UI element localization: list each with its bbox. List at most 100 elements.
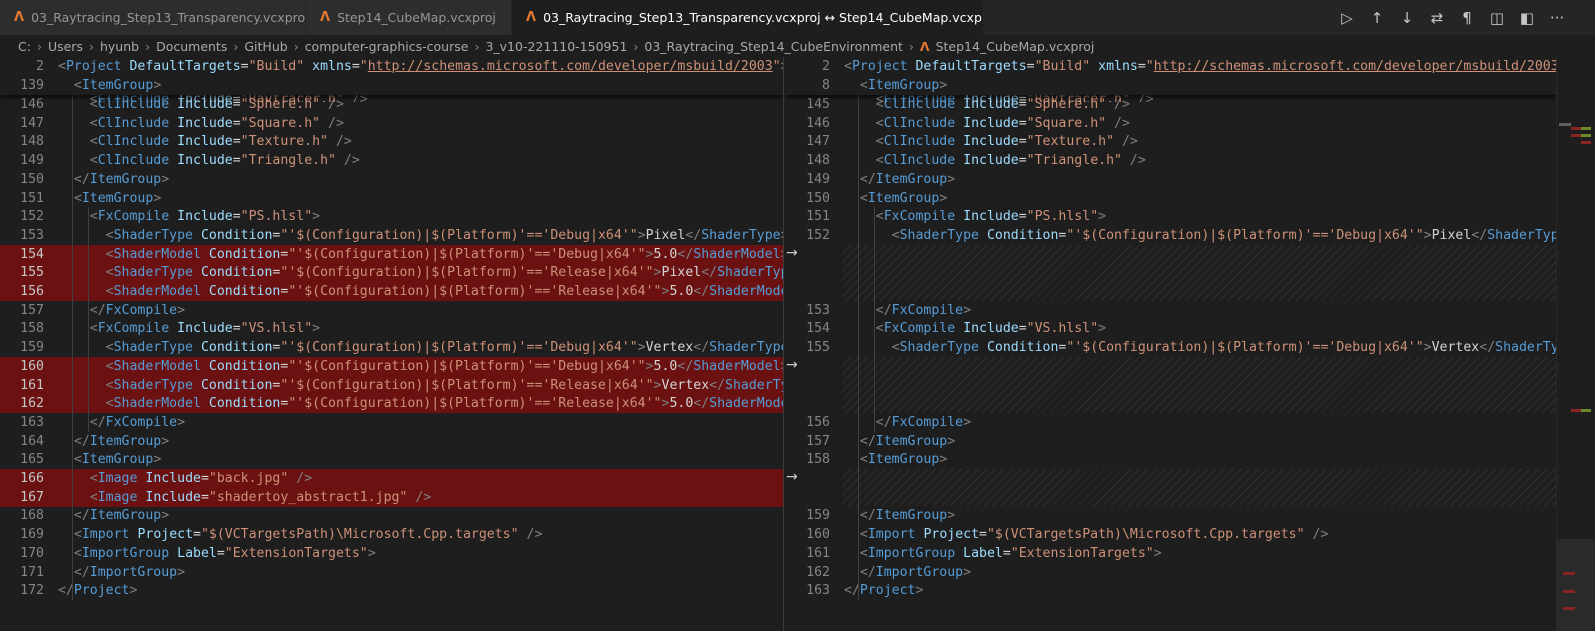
- code-line[interactable]: 169 <Import Project="$(VCTargetsPath)\Mi…: [0, 525, 783, 544]
- diff-modified-pane[interactable]: 2 <Project DefaultTargets="Build" xmlns="…: [786, 57, 1556, 631]
- code-line[interactable]: 170 <ImportGroup Label="ExtensionTargets…: [0, 544, 783, 563]
- deleted-code-line[interactable]: 162 <ShaderModel Condition="'$(Configura…: [0, 394, 783, 414]
- swap-sides-icon[interactable]: ⇄: [1429, 9, 1445, 27]
- deleted-code-line[interactable]: 167 <Image Include="shadertoy_abstract1.…: [0, 487, 783, 507]
- diff-original-pane[interactable]: 2 <Project DefaultTargets="Build" xmlns="…: [0, 57, 783, 631]
- ruler-change-marker: [1581, 134, 1591, 137]
- ruler-deletion-marker: [1571, 409, 1581, 412]
- deleted-code-line[interactable]: 156 <ShaderModel Condition="'$(Configura…: [0, 282, 783, 301]
- breadcrumb-item[interactable]: computer-graphics-course: [305, 39, 469, 54]
- code-line[interactable]: 146 <ClInclude Include="Square.h" />: [786, 114, 1556, 133]
- breadcrumb-item[interactable]: Users: [48, 39, 83, 54]
- code-line[interactable]: 162 </ImportGroup>: [786, 563, 1556, 582]
- overview-ruler[interactable]: [1556, 57, 1595, 631]
- tab-right-file[interactable]: Λ Step14_CubeMap.vcxproj: [306, 0, 512, 35]
- code-line[interactable]: 148 <ClInclude Include="Texture.h" />: [0, 132, 783, 151]
- code-line[interactable]: 149 <ClInclude Include="Triangle.h" />: [0, 151, 783, 170]
- sticky-scroll-line[interactable]: 8 <ItemGroup>: [786, 76, 1556, 95]
- open-file-icon[interactable]: ◫: [1489, 9, 1505, 27]
- code-line[interactable]: 152 <ShaderType Condition="'$(Configurat…: [786, 226, 1556, 245]
- chevron-right-icon: ›: [293, 38, 299, 54]
- deleted-code-line[interactable]: 161 <ShaderType Condition="'$(Configurat…: [0, 375, 783, 395]
- run-icon[interactable]: ▷: [1339, 9, 1355, 27]
- code-line[interactable]: 168 </ItemGroup>: [0, 506, 783, 525]
- sticky-scroll-line[interactable]: 139 <ItemGroup>: [0, 76, 783, 95]
- code-line[interactable]: 163 </FxCompile>: [0, 413, 783, 432]
- revert-change-icon[interactable]: →: [786, 245, 798, 261]
- code-line[interactable]: 158 <ItemGroup>: [786, 450, 1556, 469]
- code-line[interactable]: 155 <ShaderType Condition="'$(Configurat…: [786, 338, 1556, 357]
- code-line[interactable]: 158 <FxCompile Include="VS.hlsl">: [0, 319, 783, 338]
- code-line[interactable]: 152 <FxCompile Include="PS.hlsl">: [0, 207, 783, 226]
- code-line[interactable]: 154 <FxCompile Include="VS.hlsl">: [786, 319, 1556, 338]
- chevron-right-icon: ›: [474, 38, 480, 54]
- deleted-code-line[interactable]: 154 <ShaderModel Condition="'$(Configura…: [0, 244, 783, 264]
- tab-left-file[interactable]: Λ 03_Raytracing_Step13_Transparency.vcxp…: [0, 0, 306, 35]
- sticky-scroll-line[interactable]: 2 <Project DefaultTargets="Build" xmlns="…: [786, 57, 1556, 76]
- code-line[interactable]: 151 <ItemGroup>: [0, 189, 783, 208]
- breadcrumb-item[interactable]: 03_Raytracing_Step14_CubeEnvironment: [644, 39, 902, 54]
- chevron-right-icon: ›: [633, 38, 639, 54]
- ruler-change-marker: [1581, 127, 1591, 130]
- chevron-right-icon: ›: [233, 38, 239, 54]
- more-actions-icon[interactable]: ···: [1549, 9, 1565, 27]
- code-line[interactable]: 172 </Project>: [0, 581, 783, 600]
- revert-change-icon[interactable]: →: [786, 357, 798, 373]
- xml-file-icon: Λ: [320, 10, 331, 25]
- ruler-deletion-marker: [1571, 134, 1581, 137]
- ruler-change-marker: [1581, 409, 1591, 412]
- breadcrumb-item[interactable]: hyunb: [100, 39, 139, 54]
- deleted-code-line[interactable]: 166 <Image Include="back.jpg" />: [0, 469, 783, 488]
- tab-bar: Λ 03_Raytracing_Step13_Transparency.vcxp…: [0, 0, 1595, 35]
- chevron-right-icon: ›: [145, 38, 151, 54]
- diff-alignment-filler: [842, 244, 1556, 301]
- code-line[interactable]: 163 </Project>: [786, 581, 1556, 600]
- ruler-deletion-marker: [1563, 572, 1575, 575]
- code-line[interactable]: 156 </FxCompile>: [786, 413, 1556, 432]
- code-line[interactable]: 150 <ItemGroup>: [786, 189, 1556, 208]
- xml-file-icon: Λ: [919, 38, 930, 54]
- code-line[interactable]: 159 <ShaderType Condition="'$(Configurat…: [0, 338, 783, 357]
- code-line[interactable]: 148 <ClInclude Include="Triangle.h" />: [786, 151, 1556, 170]
- diff-alignment-filler: [842, 469, 1556, 507]
- tab-diff-view[interactable]: Λ 03_Raytracing_Step13_Transparency.vcxp…: [512, 0, 984, 35]
- code-line[interactable]: 153 </FxCompile>: [786, 301, 1556, 320]
- code-line[interactable]: 159 </ItemGroup>: [786, 506, 1556, 525]
- ruler-slider[interactable]: [1557, 539, 1595, 631]
- next-change-icon[interactable]: ↓: [1399, 9, 1415, 27]
- breadcrumb-item[interactable]: GitHub: [244, 39, 287, 54]
- code-line[interactable]: 157 </ItemGroup>: [786, 432, 1556, 451]
- breadcrumb-file[interactable]: Step14_CubeMap.vcxproj: [936, 39, 1095, 54]
- code-line[interactable]: 160 <Import Project="$(VCTargetsPath)\Mi…: [786, 525, 1556, 544]
- ruler-deletion-marker: [1581, 141, 1591, 144]
- deleted-code-line[interactable]: 155 <ShaderType Condition="'$(Configurat…: [0, 263, 783, 283]
- tab-label: 03_Raytracing_Step13_Transparency.vcxpro…: [543, 10, 984, 25]
- breadcrumb-item[interactable]: Documents: [156, 39, 227, 54]
- sticky-scroll-line[interactable]: 2 <Project DefaultTargets="Build" xmlns="…: [0, 57, 783, 76]
- xml-file-icon: Λ: [526, 10, 537, 25]
- code-line[interactable]: 149 </ItemGroup>: [786, 170, 1556, 189]
- code-line[interactable]: 165 <ItemGroup>: [0, 450, 783, 469]
- split-editor-icon[interactable]: ◧: [1519, 9, 1535, 27]
- code-line[interactable]: 151 <FxCompile Include="PS.hlsl">: [786, 207, 1556, 226]
- indent-guide: [72, 95, 73, 600]
- breadcrumb-item[interactable]: C:: [18, 39, 31, 54]
- deleted-code-line[interactable]: 160 <ShaderModel Condition="'$(Configura…: [0, 356, 783, 376]
- code-line[interactable]: 147 <ClInclude Include="Texture.h" />: [786, 132, 1556, 151]
- breadcrumb-item[interactable]: 3_v10-221110-150951: [485, 39, 627, 54]
- code-line[interactable]: 161 <ImportGroup Label="ExtensionTargets…: [786, 544, 1556, 563]
- indent-guide: [874, 207, 875, 432]
- code-line[interactable]: 153 <ShaderType Condition="'$(Configurat…: [0, 226, 783, 245]
- indent-guide: [858, 95, 859, 600]
- code-line[interactable]: 164 </ItemGroup>: [0, 432, 783, 451]
- xml-file-icon: Λ: [14, 10, 25, 25]
- code-line[interactable]: 171 </ImportGroup>: [0, 563, 783, 582]
- toggle-whitespace-icon[interactable]: ¶: [1459, 9, 1475, 27]
- revert-change-icon[interactable]: →: [786, 469, 798, 485]
- code-line[interactable]: 147 <ClInclude Include="Square.h" />: [0, 114, 783, 133]
- code-line[interactable]: 150 </ItemGroup>: [0, 170, 783, 189]
- ruler-deletion-marker: [1571, 127, 1581, 130]
- editor-actions: ▷ ↑ ↓ ⇄ ¶ ◫ ◧ ···: [1339, 0, 1565, 35]
- previous-change-icon[interactable]: ↑: [1369, 9, 1385, 27]
- code-line[interactable]: 157 </FxCompile>: [0, 301, 783, 320]
